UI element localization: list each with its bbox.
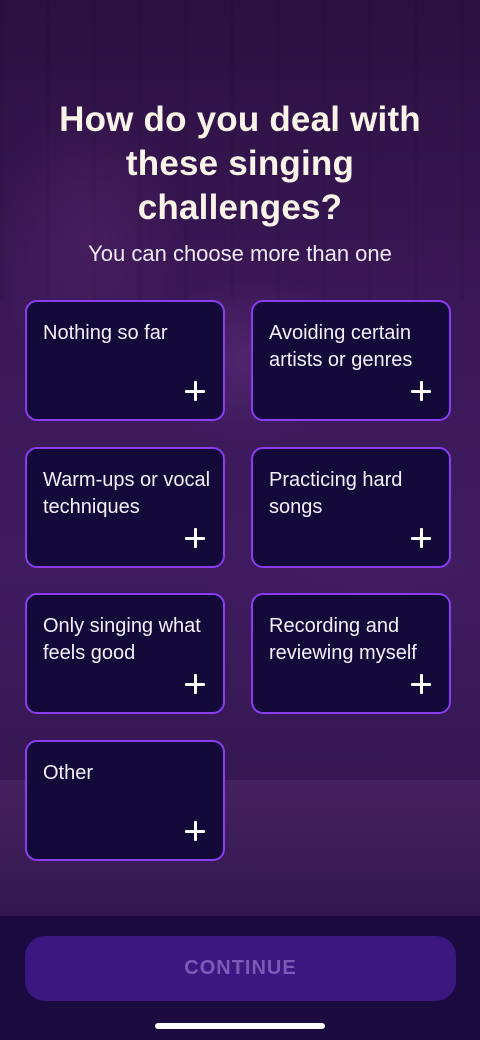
option-label: Only singing what feels good bbox=[43, 615, 201, 664]
plus-icon bbox=[185, 674, 205, 694]
plus-icon bbox=[411, 381, 431, 401]
plus-icon bbox=[185, 381, 205, 401]
plus-icon bbox=[411, 674, 431, 694]
home-indicator[interactable] bbox=[155, 1023, 325, 1029]
plus-icon bbox=[411, 528, 431, 548]
page-subtitle: You can choose more than one bbox=[88, 241, 392, 266]
option-label: Practicing hard songs bbox=[269, 469, 403, 518]
option-practicing-hard-songs[interactable]: Practicing hard songs bbox=[251, 447, 451, 568]
option-recording-and-reviewing[interactable]: Recording and reviewing myself bbox=[251, 593, 451, 714]
option-label: Recording and reviewing myself bbox=[269, 615, 417, 664]
option-nothing-so-far[interactable]: Nothing so far bbox=[25, 300, 225, 421]
option-avoiding-certain-artists[interactable]: Avoiding certain artists or genres bbox=[251, 300, 451, 421]
continue-button[interactable]: CONTINUE bbox=[25, 936, 456, 1001]
plus-icon bbox=[185, 528, 205, 548]
option-other[interactable]: Other bbox=[25, 740, 225, 861]
option-label: Warm-ups or vocal techniques bbox=[43, 469, 211, 518]
plus-icon bbox=[185, 821, 205, 841]
page-title: How do you deal with these singing chall… bbox=[59, 100, 421, 227]
option-label: Other bbox=[43, 762, 94, 784]
option-warm-ups[interactable]: Warm-ups or vocal techniques bbox=[25, 447, 225, 568]
option-only-singing-what-feels-good[interactable]: Only singing what feels good bbox=[25, 593, 225, 714]
option-label: Avoiding certain artists or genres bbox=[269, 322, 413, 371]
option-label: Nothing so far bbox=[43, 322, 168, 344]
